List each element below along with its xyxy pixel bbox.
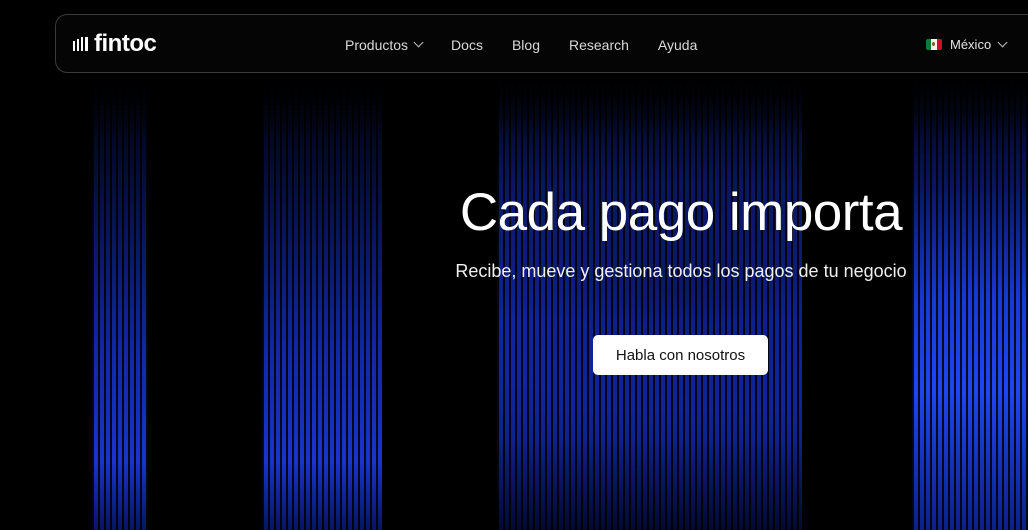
nav-links: Productos Docs Blog Research Ayuda (345, 15, 726, 74)
nav-item-label: Blog (511, 36, 540, 53)
nav-item-productos[interactable]: Productos (345, 36, 424, 53)
nav-item-ayuda[interactable]: Ayuda (658, 37, 697, 53)
page: fintoc Productos Docs Blog Research Ayud… (0, 0, 1028, 530)
background-top-fade (0, 70, 1028, 140)
top-navbar: fintoc Productos Docs Blog Research Ayud… (55, 14, 1028, 73)
brand-logo[interactable]: fintoc (73, 30, 157, 57)
mexico-flag-icon (926, 39, 942, 50)
nav-item-blog[interactable]: Blog (512, 37, 540, 53)
hero-title: Cada pago importa (459, 183, 903, 242)
nav-item-label: Productos (345, 36, 409, 53)
nav-item-docs[interactable]: Docs (451, 37, 483, 53)
nav-item-label: Ayuda (657, 36, 698, 53)
nav-item-label: Docs (451, 36, 483, 53)
chevron-down-icon (413, 37, 424, 48)
hero-subtitle: Recibe, mueve y gestiona todos los pagos… (455, 261, 907, 281)
contact-us-button[interactable]: Habla con nosotros (593, 335, 768, 375)
chevron-down-icon (997, 37, 1008, 48)
nav-item-label: Research (568, 36, 629, 53)
country-selector[interactable]: México (926, 15, 1008, 74)
nav-item-research[interactable]: Research (569, 37, 629, 53)
country-label: México (950, 37, 992, 52)
brand-name: fintoc (94, 30, 157, 57)
bars-logo-icon (73, 37, 88, 51)
